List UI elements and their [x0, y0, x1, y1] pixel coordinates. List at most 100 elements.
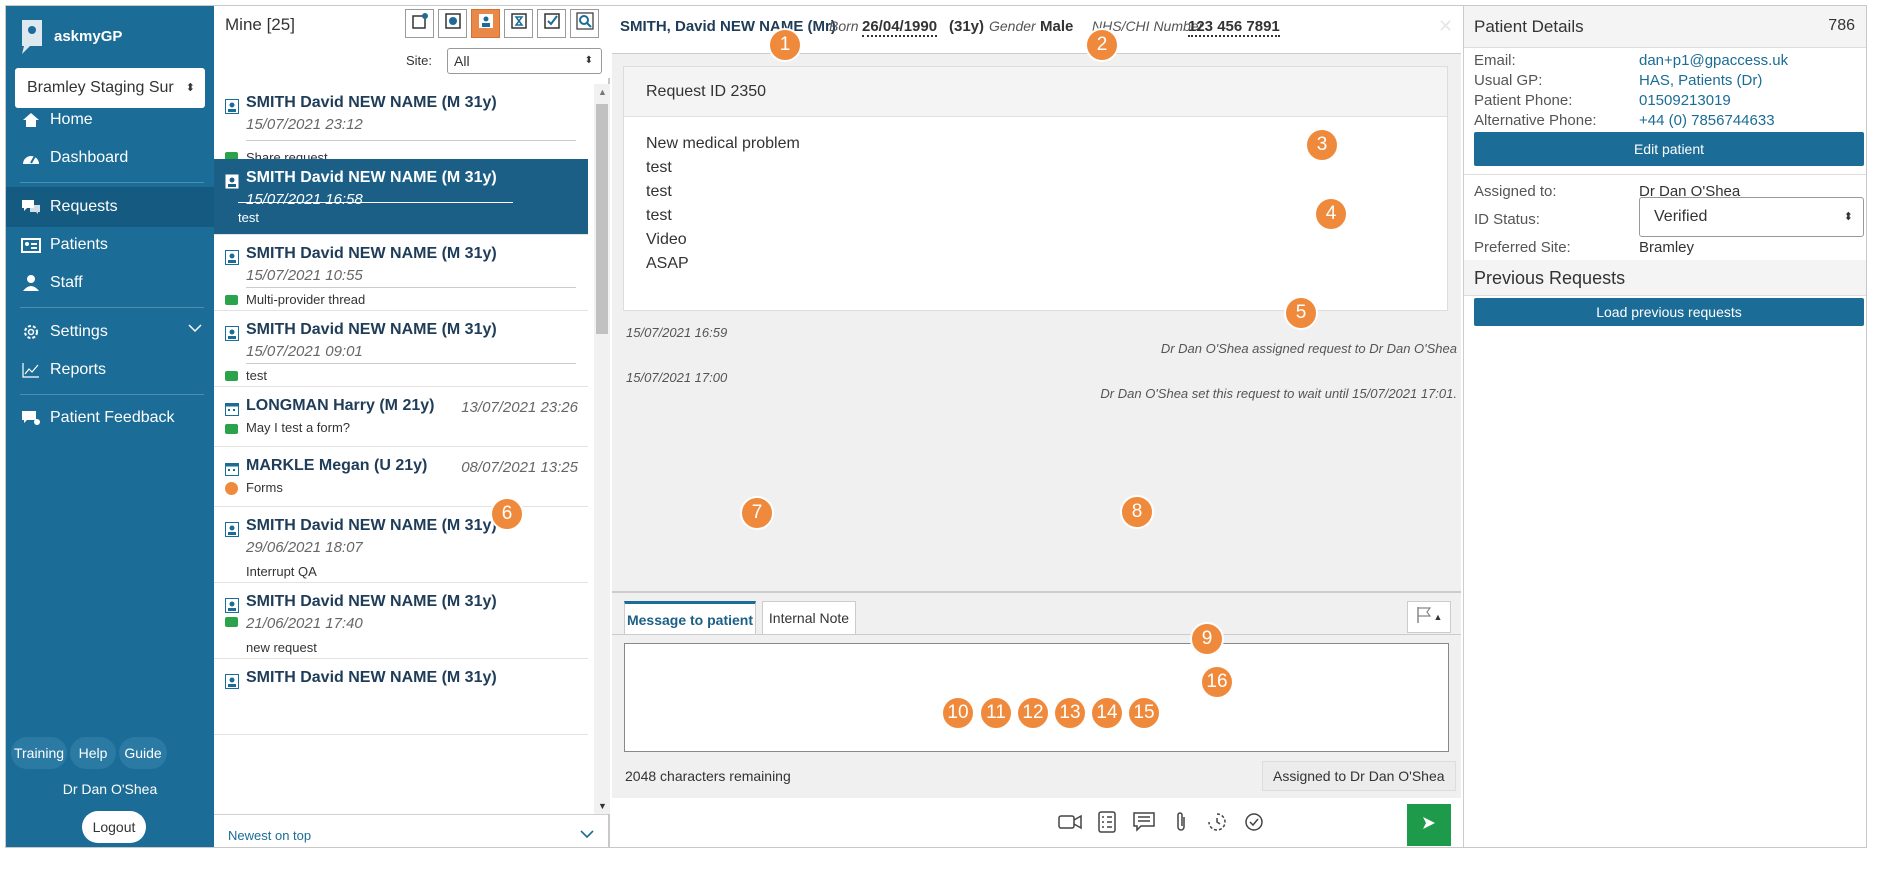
- scroll-thumb[interactable]: [596, 104, 608, 334]
- item-divider: [246, 363, 576, 364]
- sort-value: Newest on top: [228, 828, 312, 843]
- app-name: askmyGP: [54, 27, 123, 45]
- list-item[interactable]: SMITH David NEW NAME (M 31y): [214, 659, 588, 735]
- nav-settings[interactable]: Settings: [6, 312, 214, 352]
- nav-dashboard[interactable]: Dashboard: [6, 138, 214, 178]
- gauge-icon: [20, 147, 42, 169]
- id-card-icon: [20, 234, 42, 256]
- patient-name: SMITH David NEW NAME (M 31y): [246, 669, 497, 686]
- filter-waiting-button[interactable]: [504, 9, 533, 38]
- flag-dropdown-button[interactable]: ▲: [1407, 601, 1451, 633]
- load-previous-button[interactable]: Load previous requests: [1474, 298, 1864, 326]
- filter-search-button[interactable]: [570, 9, 599, 38]
- alt-phone-value[interactable]: +44 (0) 7856744633: [1639, 112, 1775, 129]
- checkbox-icon: [543, 12, 561, 35]
- message-icon: [225, 371, 238, 381]
- nav-reports[interactable]: Reports: [6, 350, 214, 390]
- nav-staff-label: Staff: [50, 274, 83, 291]
- request-snippet: Multi-provider thread: [246, 292, 366, 307]
- patient-name: SMITH David NEW NAME (M 31y): [246, 169, 497, 186]
- nav-requests[interactable]: Requests: [6, 187, 214, 227]
- filter-mine-button[interactable]: [471, 9, 500, 38]
- scroll-up-icon[interactable]: ▲: [598, 87, 607, 97]
- callout-badge: 15: [1127, 696, 1161, 730]
- logout-button[interactable]: Logout: [82, 811, 146, 843]
- compose-toolbar: [612, 798, 1461, 847]
- alt-phone-label: Alternative Phone:: [1474, 112, 1597, 129]
- list-item[interactable]: SMITH David NEW NAME (M 31y) 15/07/2021 …: [214, 311, 588, 387]
- filter-new-button[interactable]: [405, 9, 434, 38]
- callout-badge: 14: [1090, 696, 1124, 730]
- filter-open-button[interactable]: [438, 9, 467, 38]
- patient-name: SMITH David NEW NAME (M 31y): [246, 517, 497, 534]
- phone-value[interactable]: 01509213019: [1639, 92, 1731, 109]
- list-item-selected[interactable]: SMITH David NEW NAME (M 31y) 15/07/2021 …: [214, 159, 588, 235]
- help-button[interactable]: Help: [70, 737, 116, 769]
- callout-badge: 2: [1085, 28, 1119, 62]
- assigned-status: Assigned to Dr Dan O'Shea: [1262, 761, 1456, 791]
- list-item[interactable]: SMITH David NEW NAME (M 31y) 21/06/2021 …: [214, 583, 588, 659]
- request-date: 15/07/2021 09:01: [246, 343, 363, 360]
- list-scrollbar[interactable]: ▲ ▼: [594, 84, 610, 814]
- video-call-button[interactable]: [1056, 810, 1084, 838]
- list-item[interactable]: SMITH David NEW NAME (M 31y) 15/07/2021 …: [214, 235, 588, 311]
- list-item[interactable]: SMITH David NEW NAME (M 31y) 29/06/2021 …: [214, 507, 588, 583]
- request-line: ASAP: [646, 255, 689, 272]
- nav-divider: [20, 307, 204, 308]
- patient-name: SMITH David NEW NAME (M 31y): [246, 593, 497, 610]
- training-button[interactable]: Training: [11, 737, 67, 769]
- site-filter-select[interactable]: All ⬍: [447, 48, 602, 74]
- flag-icon: [1416, 606, 1432, 629]
- select-arrow-icon: ⬍: [1843, 211, 1853, 223]
- preferred-site-label: Preferred Site:: [1474, 239, 1571, 256]
- callout-badge: 4: [1314, 197, 1348, 231]
- edit-patient-button[interactable]: Edit patient: [1474, 132, 1864, 166]
- log-time: 15/07/2021 16:59: [626, 325, 728, 340]
- id-status-select[interactable]: Verified ⬍: [1639, 197, 1864, 237]
- email-value[interactable]: dan+p1@gpaccess.uk: [1639, 52, 1788, 69]
- forms-button[interactable]: [1093, 810, 1121, 838]
- attach-button[interactable]: [1167, 810, 1195, 838]
- tab-message-to-patient[interactable]: Message to patient: [624, 601, 756, 635]
- templates-button[interactable]: [1130, 810, 1158, 838]
- chevron-down-icon: [580, 827, 594, 842]
- list-item[interactable]: LONGMAN Harry (M 21y) 13/07/2021 23:26 M…: [214, 387, 588, 447]
- tab-divider: [612, 634, 1461, 635]
- tab-internal-note[interactable]: Internal Note: [762, 601, 856, 635]
- sort-select[interactable]: Newest on top: [214, 814, 608, 847]
- current-user: Dr Dan O'Shea: [62, 781, 158, 797]
- app-logo[interactable]: askmyGP: [16, 16, 122, 56]
- guide-button[interactable]: Guide: [119, 737, 167, 769]
- nav-settings-label: Settings: [50, 323, 108, 340]
- born-date[interactable]: 26/04/1990: [862, 18, 938, 37]
- complete-button[interactable]: [1240, 810, 1268, 838]
- nhs-number[interactable]: 123 456 7891: [1188, 18, 1280, 37]
- nav-patient-feedback[interactable]: Patient Feedback: [6, 398, 214, 438]
- nav-staff[interactable]: Staff: [6, 263, 214, 303]
- usual-gp-label: Usual GP:: [1474, 72, 1543, 89]
- select-arrow-icon: ⬍: [584, 55, 593, 66]
- message-lines-icon: [1133, 811, 1155, 837]
- close-icon[interactable]: ✕: [1438, 16, 1453, 37]
- message-icon: [225, 295, 238, 305]
- nav-patients-label: Patients: [50, 236, 108, 253]
- details-divider: [1464, 174, 1866, 175]
- chat-bubbles-icon: [20, 196, 42, 218]
- app-window: askmyGP Bramley Staging Sur ⬍ Home Dashbo…: [5, 5, 1867, 848]
- log-text: Dr Dan O'Shea assigned request to Dr Dan…: [1160, 341, 1457, 356]
- callout-badge: 11: [979, 696, 1013, 730]
- assigned-label: Assigned to:: [1474, 183, 1557, 200]
- patient-icon: [225, 674, 239, 689]
- nav-patients[interactable]: Patients: [6, 225, 214, 265]
- item-divider: [246, 140, 576, 141]
- send-button[interactable]: [1407, 804, 1451, 846]
- nav-home[interactable]: Home: [6, 100, 214, 140]
- filter-done-button[interactable]: [537, 9, 566, 38]
- nav-requests-label: Requests: [50, 198, 118, 215]
- wait-button[interactable]: [1203, 810, 1231, 838]
- patient-icon: [225, 174, 239, 189]
- paperclip-icon: [1175, 811, 1187, 838]
- list-item[interactable]: MARKLE Megan (U 21y) 08/07/2021 13:25 Fo…: [214, 447, 588, 507]
- send-arrow-icon: [1421, 815, 1437, 836]
- scroll-down-icon[interactable]: ▼: [598, 801, 607, 811]
